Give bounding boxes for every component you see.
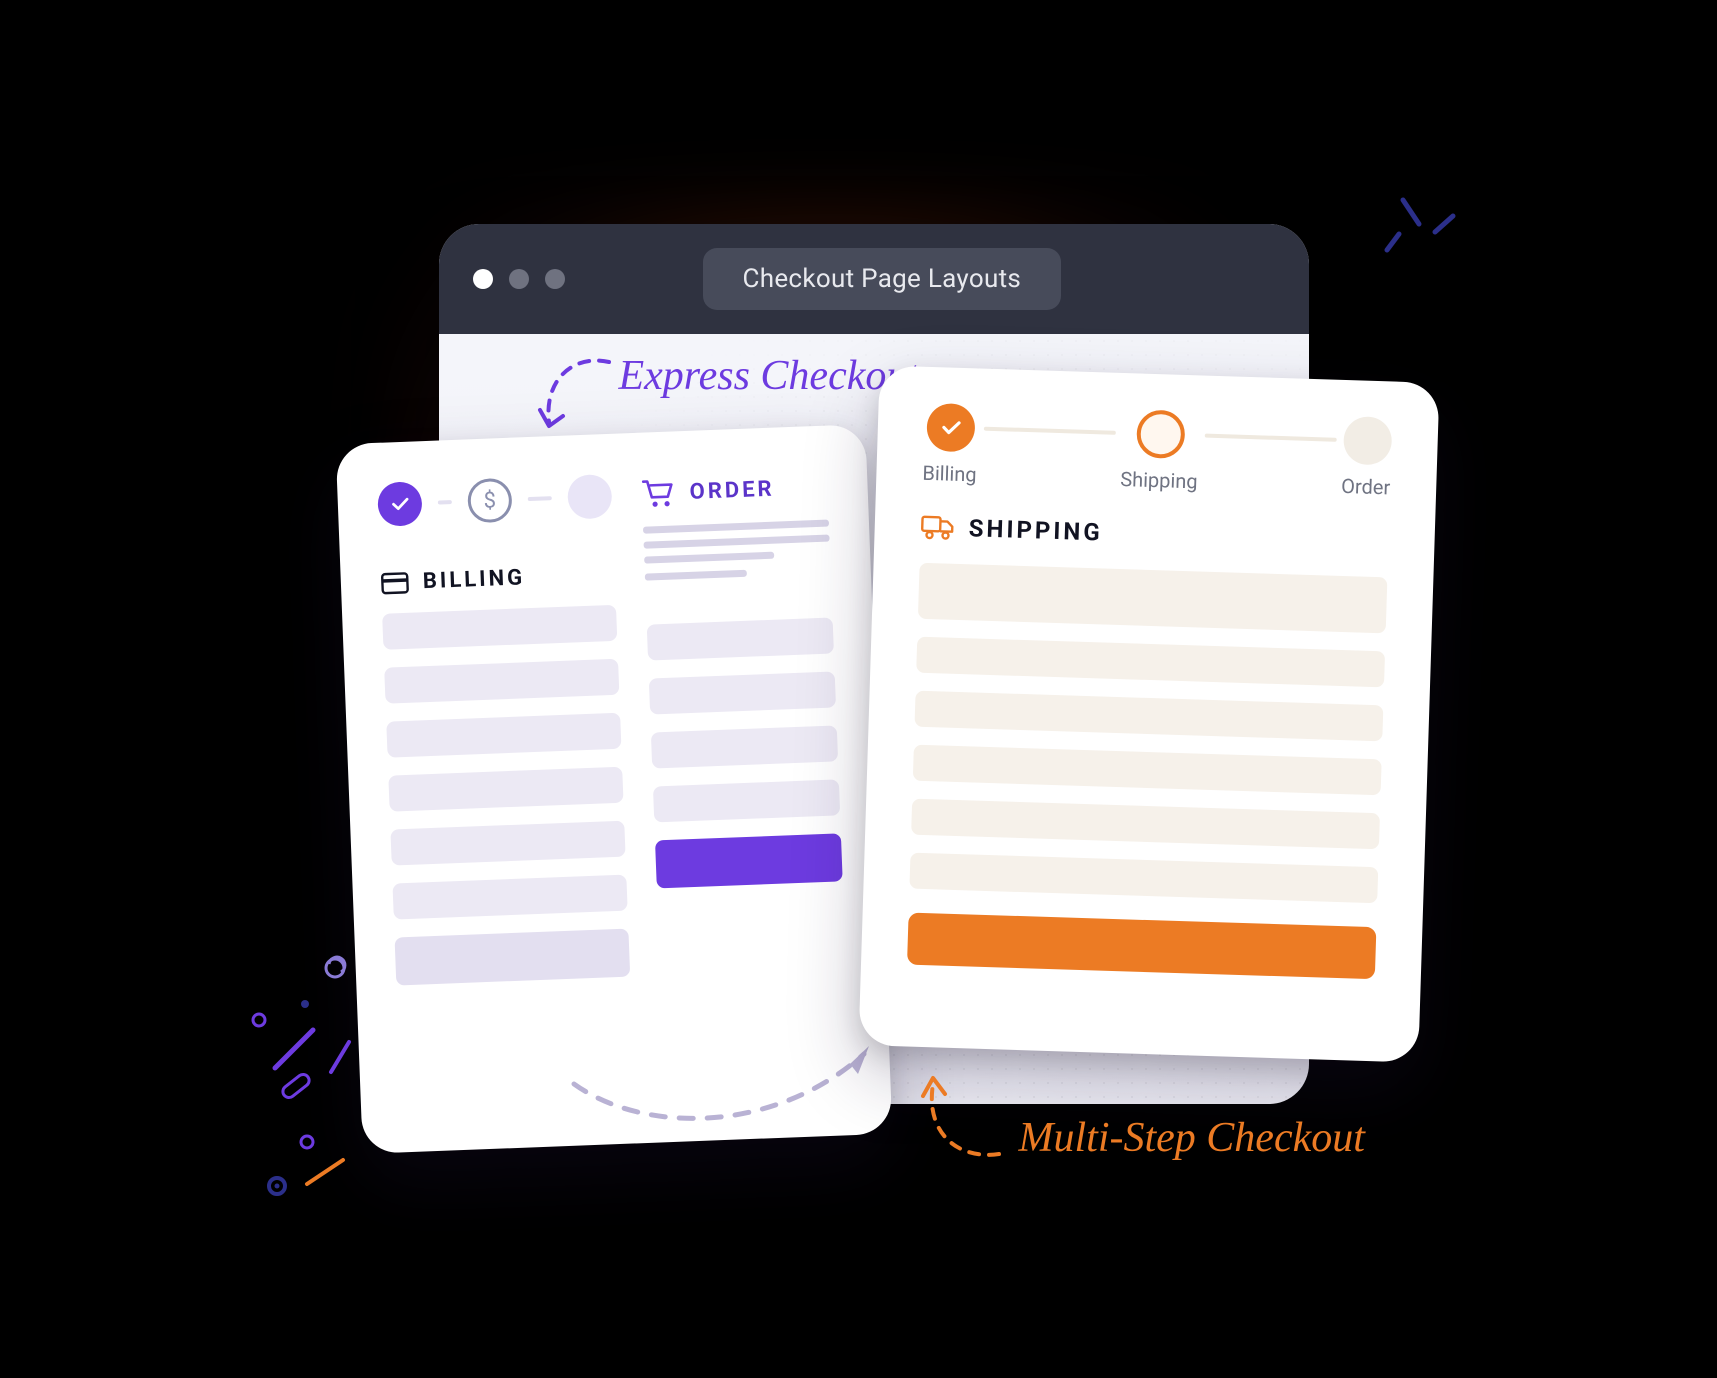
dot-max-icon: [545, 269, 565, 289]
placeholder-field: [917, 563, 1387, 634]
step-dollar-icon: $: [467, 478, 513, 524]
step-active-icon: [1135, 409, 1184, 458]
placeholder-field: [914, 691, 1383, 742]
check-icon: [926, 403, 975, 452]
multi-annotation: Multi-Step Checkout: [1019, 1114, 1365, 1162]
multistep-checkout-card: Billing Shipping Order SHIPPING: [858, 365, 1439, 1062]
placeholder-field: [652, 779, 839, 822]
placeholder-field: [382, 605, 617, 650]
billing-section-header: BILLING: [380, 562, 615, 596]
placeholder-field: [392, 875, 627, 920]
page-title: Checkout Page Layouts: [703, 248, 1062, 310]
submit-button[interactable]: [655, 833, 843, 888]
placeholder-field: [386, 713, 621, 758]
shipping-section-header: SHIPPING: [920, 513, 1389, 556]
step-billing[interactable]: Billing: [922, 403, 979, 487]
placeholder-field: [650, 725, 837, 768]
step-label: Order: [1340, 474, 1390, 500]
placeholder-line: [643, 535, 829, 549]
step-order[interactable]: Order: [1340, 416, 1392, 499]
window-titlebar: Checkout Page Layouts: [439, 224, 1309, 334]
decorative-doodles: [249, 934, 459, 1234]
dot-min-icon: [509, 269, 529, 289]
step-label: Billing: [922, 461, 977, 487]
placeholder-field: [390, 821, 625, 866]
cart-icon: [641, 477, 676, 508]
step-idle-icon: [1342, 416, 1391, 465]
placeholder-field: [912, 745, 1381, 796]
placeholder-field: [911, 799, 1380, 850]
multistep-stepper: Billing Shipping Order: [922, 403, 1392, 500]
placeholder-line: [644, 570, 746, 581]
step-shipping[interactable]: Shipping: [1119, 409, 1199, 493]
decorative-sparks-icon: [1379, 184, 1469, 264]
placeholder-field: [648, 671, 835, 714]
step-pending-icon: [566, 474, 612, 520]
step-done-icon: [377, 481, 423, 527]
continue-button[interactable]: [907, 913, 1376, 980]
placeholder-field: [646, 617, 833, 660]
truck-icon: [920, 514, 955, 541]
express-stepper: $: [377, 474, 613, 527]
placeholder-line: [642, 520, 828, 534]
placeholder-field: [384, 659, 619, 704]
placeholder-line: [644, 552, 774, 564]
shipping-label: SHIPPING: [968, 514, 1103, 546]
order-label: ORDER: [689, 476, 775, 504]
dot-close-icon: [473, 269, 493, 289]
placeholder-field: [388, 767, 623, 812]
card-icon: [380, 571, 409, 594]
placeholder-field: [909, 853, 1378, 904]
order-section-header: ORDER: [641, 472, 828, 509]
placeholder-field: [916, 637, 1385, 688]
traffic-lights: [473, 269, 565, 289]
billing-label: BILLING: [422, 565, 525, 594]
step-label: Shipping: [1119, 467, 1197, 493]
